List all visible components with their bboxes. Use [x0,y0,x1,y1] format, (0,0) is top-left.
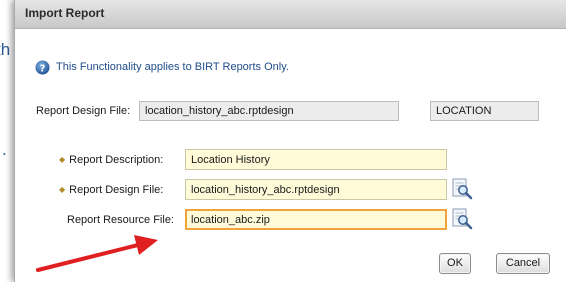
annotation-arrow-icon [36,235,158,272]
